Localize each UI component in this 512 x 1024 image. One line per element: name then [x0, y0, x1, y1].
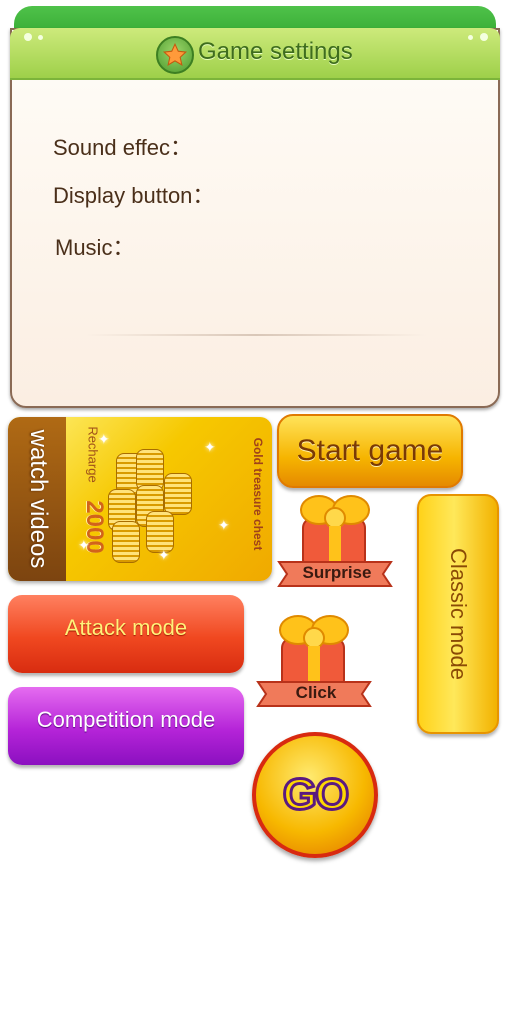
- panel-title: Game settings: [198, 38, 353, 65]
- header-dot-left-small: [38, 35, 43, 40]
- gold-treasure-chest-label: Gold treasure chest: [251, 437, 265, 551]
- sparkle-icon: ✦: [218, 517, 230, 533]
- classic-mode-button[interactable]: Classic mode: [417, 494, 499, 734]
- surprise-label: Surprise: [302, 563, 372, 582]
- display-button-label: Display button：: [53, 183, 215, 208]
- panel-divider: [86, 334, 426, 336]
- watch-videos-label: watch videos: [25, 429, 52, 569]
- header-dot-right-small: [468, 35, 473, 40]
- surprise-button[interactable]: Surprise: [273, 490, 401, 596]
- recharge-label: Recharge: [85, 426, 101, 483]
- go-button[interactable]: GO: [252, 732, 378, 858]
- attack-mode-label: Attack mode: [64, 615, 188, 640]
- panel-body: [10, 28, 500, 408]
- attack-mode-button[interactable]: Attack mode: [8, 595, 244, 673]
- classic-mode-label: Classic mode: [446, 547, 472, 681]
- start-game-button[interactable]: Start game: [277, 414, 463, 488]
- header-dot-left: [24, 33, 32, 41]
- competition-mode-label: Competition mode: [36, 707, 216, 732]
- watch-videos-card[interactable]: watch videos Recharge 2000 Gold treasure…: [8, 417, 272, 581]
- competition-mode-button[interactable]: Competition mode: [8, 687, 244, 765]
- sound-effect-label: Sound effec：: [53, 135, 193, 160]
- sparkle-icon: ✦: [98, 431, 110, 447]
- sparkle-icon: ✦: [78, 537, 90, 553]
- header-dot-right: [480, 33, 488, 41]
- music-label: Music：: [55, 235, 135, 260]
- sparkle-icon: ✦: [158, 547, 170, 563]
- click-label: Click: [295, 683, 337, 702]
- star-icon: [156, 36, 194, 74]
- go-label: GO: [281, 769, 350, 821]
- recharge-amount: 2000: [81, 500, 108, 554]
- start-game-label: Start game: [296, 434, 444, 467]
- sparkle-icon: ✦: [204, 439, 216, 455]
- click-button[interactable]: Click: [252, 610, 380, 716]
- gold-coins-icon: [106, 449, 196, 563]
- game-settings-panel: Game settings Sound effec： Display butto…: [8, 6, 500, 408]
